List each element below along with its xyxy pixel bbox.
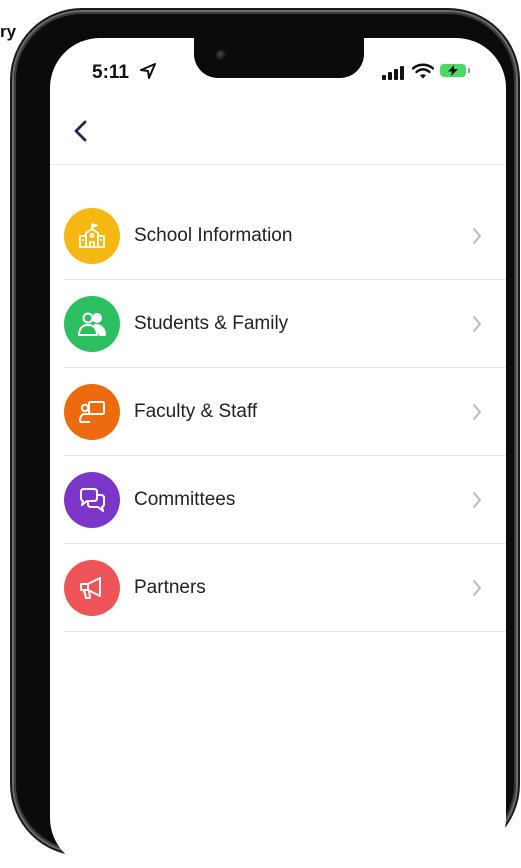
phone-notch [194, 38, 364, 78]
chevron-left-icon [74, 120, 87, 142]
phone-screen: 5:11 School Information Students & Famil… [50, 38, 506, 868]
menu-item-committees[interactable]: Committees [50, 456, 506, 544]
menu-item-students-family[interactable]: Students & Family [50, 280, 506, 368]
school-icon [64, 208, 120, 264]
menu-item-label: School Information [134, 225, 293, 246]
chevron-right-icon [473, 404, 481, 420]
wifi-icon [412, 63, 434, 79]
menu-item-school-information[interactable]: School Information [50, 192, 506, 280]
menu-item-label: Partners [134, 577, 206, 598]
chevron-right-icon [473, 228, 481, 244]
chevron-right-icon [473, 580, 481, 596]
chat-bubbles-icon [64, 472, 120, 528]
menu-item-label: Committees [134, 489, 236, 510]
menu-item-partners[interactable]: Partners [50, 544, 506, 632]
status-time: 5:11 [92, 62, 129, 83]
phone-frame: 5:11 School Information Students & Famil… [14, 12, 516, 868]
chevron-right-icon [473, 492, 481, 508]
location-arrow-icon [140, 63, 156, 79]
background-text-fragment: ry [0, 22, 17, 41]
menu-item-faculty-staff[interactable]: Faculty & Staff [50, 368, 506, 456]
header-divider [50, 164, 506, 165]
megaphone-icon [64, 560, 120, 616]
back-button[interactable] [70, 118, 94, 144]
presenter-icon [64, 384, 120, 440]
people-icon [64, 296, 120, 352]
front-camera [216, 50, 226, 60]
menu-list: School Information Students & Family Fac… [50, 192, 506, 632]
battery-icon [440, 64, 470, 77]
chevron-right-icon [473, 316, 481, 332]
menu-item-label: Faculty & Staff [134, 401, 258, 422]
list-divider [64, 631, 506, 632]
menu-item-label: Students & Family [134, 313, 289, 334]
cellular-signal-icon [382, 66, 404, 80]
